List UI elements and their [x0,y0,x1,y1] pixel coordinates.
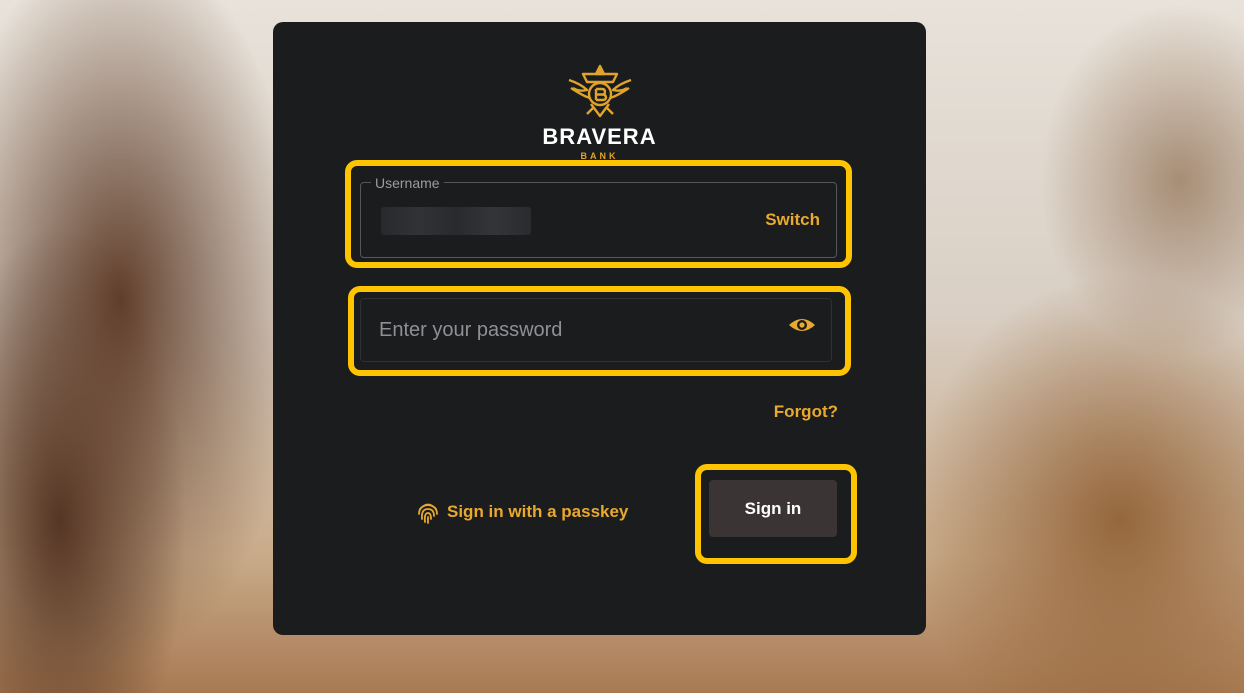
eagle-crest-icon [568,64,631,118]
eye-icon[interactable] [787,315,817,340]
switch-user-link[interactable]: Switch [765,210,820,230]
brand-name: BRAVERA [542,124,657,149]
signin-button[interactable]: Sign in [709,480,837,537]
brand-logo: BRAVERA BANK [273,62,926,161]
login-card: BRAVERA BANK Username Switch Forgot? Sig… [273,22,926,635]
fingerprint-icon [418,503,438,524]
username-field[interactable]: Username Switch [360,175,837,258]
passkey-signin-link[interactable]: Sign in with a passkey [417,500,628,524]
forgot-password-link[interactable]: Forgot? [774,402,838,422]
passkey-label: Sign in with a passkey [447,502,629,521]
username-label: Username [371,175,444,191]
username-value-redacted [381,207,531,235]
password-field[interactable] [360,298,832,362]
password-input[interactable] [361,299,799,361]
